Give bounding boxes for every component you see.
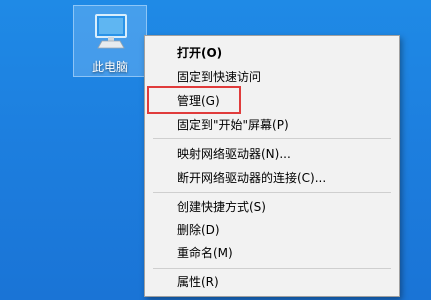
menu-item-open[interactable]: 打开(O) — [146, 41, 398, 65]
this-pc-label: 此电脑 — [91, 60, 128, 74]
menu-item-create-shortcut[interactable]: 创建快捷方式(S) — [146, 195, 398, 219]
menu-separator — [153, 192, 391, 193]
menu-item-delete[interactable]: 删除(D) — [146, 218, 398, 242]
menu-item-manage[interactable]: 管理(G) — [146, 89, 398, 113]
context-menu: 打开(O) 固定到快速访问 管理(G) 固定到"开始"屏幕(P) 映射网络驱动器… — [144, 35, 400, 297]
menu-item-map-network-drive[interactable]: 映射网络驱动器(N)... — [146, 142, 398, 166]
menu-item-properties[interactable]: 属性(R) — [146, 270, 398, 294]
menu-item-pin-start[interactable]: 固定到"开始"屏幕(P) — [146, 113, 398, 137]
menu-item-rename[interactable]: 重命名(M) — [146, 241, 398, 265]
menu-separator — [153, 138, 391, 139]
this-pc-shortcut[interactable]: 此电脑 — [73, 5, 147, 77]
this-pc-icon — [95, 14, 127, 49]
menu-item-disconnect-network-drive[interactable]: 断开网络驱动器的连接(C)... — [146, 166, 398, 190]
menu-separator — [153, 268, 391, 269]
desktop-background: 此电脑 打开(O) 固定到快速访问 管理(G) 固定到"开始"屏幕(P) 映射网… — [0, 0, 431, 300]
menu-item-pin-quick-access[interactable]: 固定到快速访问 — [146, 65, 398, 89]
